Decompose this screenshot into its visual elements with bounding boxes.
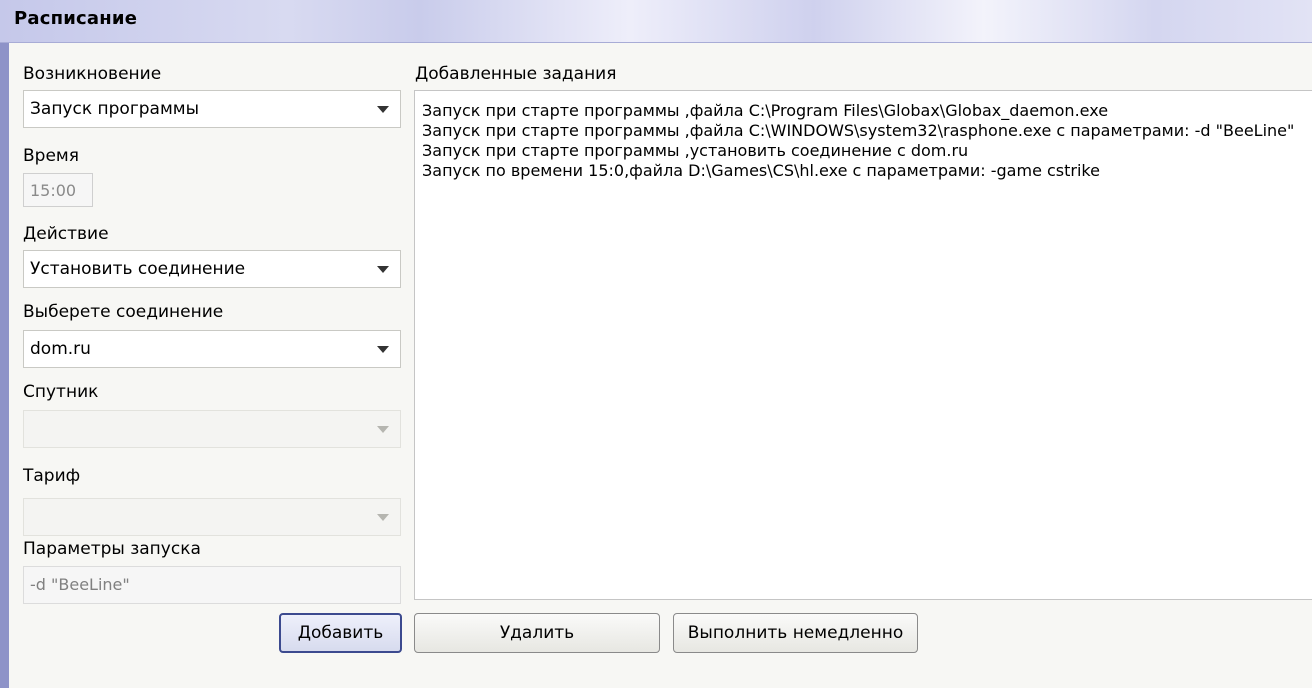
- tasks-list[interactable]: Запуск при старте программы ,файла C:\Pr…: [414, 90, 1312, 600]
- launch-params-value: -d "BeeLine": [30, 575, 130, 594]
- satellite-label: Спутник: [23, 382, 99, 402]
- tasks-label: Добавленные задания: [415, 64, 617, 84]
- time-input[interactable]: 15:00: [23, 173, 93, 207]
- delete-button[interactable]: Удалить: [414, 613, 660, 653]
- tariff-label: Тариф: [23, 466, 81, 486]
- chevron-down-icon[interactable]: [377, 346, 389, 353]
- list-item[interactable]: Запуск при старте программы ,файла C:\WI…: [422, 121, 1294, 140]
- satellite-dropdown[interactable]: [23, 410, 401, 448]
- occurrence-value: Запуск программы: [30, 99, 200, 119]
- list-item[interactable]: Запуск по времени 15:0,файла D:\Games\CS…: [422, 161, 1100, 180]
- list-item[interactable]: Запуск при старте программы ,файла C:\Pr…: [422, 101, 1108, 120]
- launch-params-label: Параметры запуска: [23, 539, 201, 559]
- add-button[interactable]: Добавить: [279, 613, 402, 653]
- title-bar: Расписание: [0, 0, 1312, 43]
- chevron-down-icon[interactable]: [377, 514, 389, 521]
- occurrence-dropdown[interactable]: Запуск программы: [23, 90, 401, 128]
- chevron-down-icon[interactable]: [377, 426, 389, 433]
- launch-params-input[interactable]: -d "BeeLine": [23, 566, 401, 604]
- tariff-dropdown[interactable]: [23, 498, 401, 536]
- action-label: Действие: [23, 224, 109, 244]
- occurrence-label: Возникновение: [23, 64, 162, 84]
- connection-value: dom.ru: [30, 339, 91, 359]
- window-title: Расписание: [14, 8, 138, 29]
- time-value: 15:00: [30, 181, 77, 200]
- run-now-button[interactable]: Выполнить немедленно: [673, 613, 918, 653]
- connection-dropdown[interactable]: dom.ru: [23, 330, 401, 368]
- chevron-down-icon[interactable]: [377, 106, 389, 113]
- window-left-border: [0, 0, 9, 688]
- list-item[interactable]: Запуск при старте программы ,установить …: [422, 141, 968, 160]
- chevron-down-icon[interactable]: [377, 266, 389, 273]
- action-dropdown[interactable]: Установить соединение: [23, 250, 401, 288]
- action-value: Установить соединение: [30, 259, 246, 279]
- connection-label: Выберете соединение: [23, 302, 224, 322]
- time-label: Время: [23, 146, 79, 166]
